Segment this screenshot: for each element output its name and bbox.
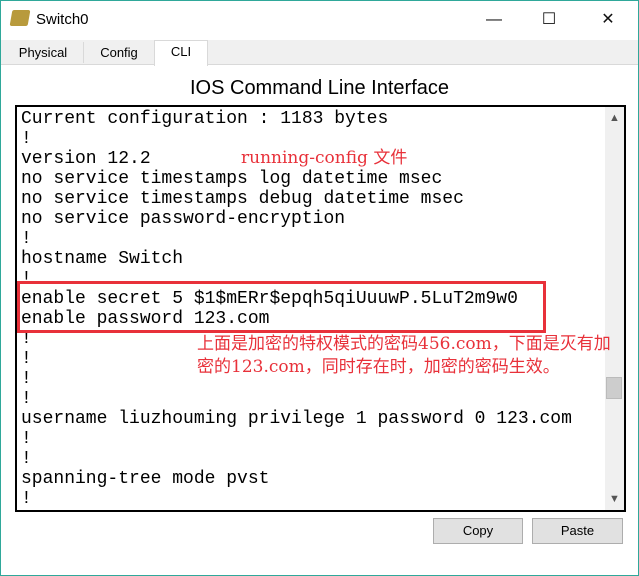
terminal-line: ! [21, 229, 32, 249]
terminal-line: ! [21, 489, 32, 509]
close-button[interactable]: ✕ [585, 7, 631, 33]
maximize-button[interactable]: ☐ [526, 7, 572, 33]
terminal-line: username liuzhouming privilege 1 passwor… [21, 409, 572, 429]
page-title: IOS Command Line Interface [189, 77, 449, 99]
terminal-line: ! [21, 429, 32, 449]
terminal-line: hostname Switch [21, 249, 184, 269]
terminal-line: Current configuration : 1183 bytes [21, 109, 389, 129]
scroll-up-icon[interactable]: ▲ [605, 109, 624, 127]
scrollbar[interactable]: ▲ ▼ [605, 107, 624, 510]
window-title: Switch0 [36, 11, 89, 28]
copy-button[interactable]: Copy [433, 518, 523, 544]
scroll-thumb[interactable] [606, 377, 622, 399]
tab-bar: Physical Config CLI [1, 40, 638, 66]
annotation-note: 上面是加密的特权模式的密码456.com，下面是灭有加密的123.com，同时存… [197, 334, 611, 377]
terminal-line: no service password-encryption [21, 209, 346, 229]
tab-physical[interactable]: Physical [3, 42, 84, 63]
window: Switch0 — ☐ ✕ Physical Config CLI IOS Co… [0, 0, 639, 576]
annotation-running-config: running-config 文件 [241, 148, 408, 168]
minimize-button[interactable]: — [471, 7, 517, 33]
tab-config[interactable]: Config [84, 42, 155, 63]
terminal-line: ! [21, 389, 32, 409]
switch-app-icon [9, 10, 31, 26]
title-bar: Switch0 — ☐ ✕ [1, 1, 638, 39]
terminal-line: ! [21, 449, 32, 469]
paste-button[interactable]: Paste [532, 518, 623, 544]
highlight-box [17, 281, 546, 333]
terminal-line: spanning-tree mode pvst [21, 469, 270, 489]
terminal-line: no service timestamps log datetime msec [21, 169, 443, 189]
scroll-down-icon[interactable]: ▼ [605, 490, 624, 508]
terminal-line: no service timestamps debug datetime mse… [21, 189, 464, 209]
tab-cli[interactable]: CLI [154, 40, 208, 66]
